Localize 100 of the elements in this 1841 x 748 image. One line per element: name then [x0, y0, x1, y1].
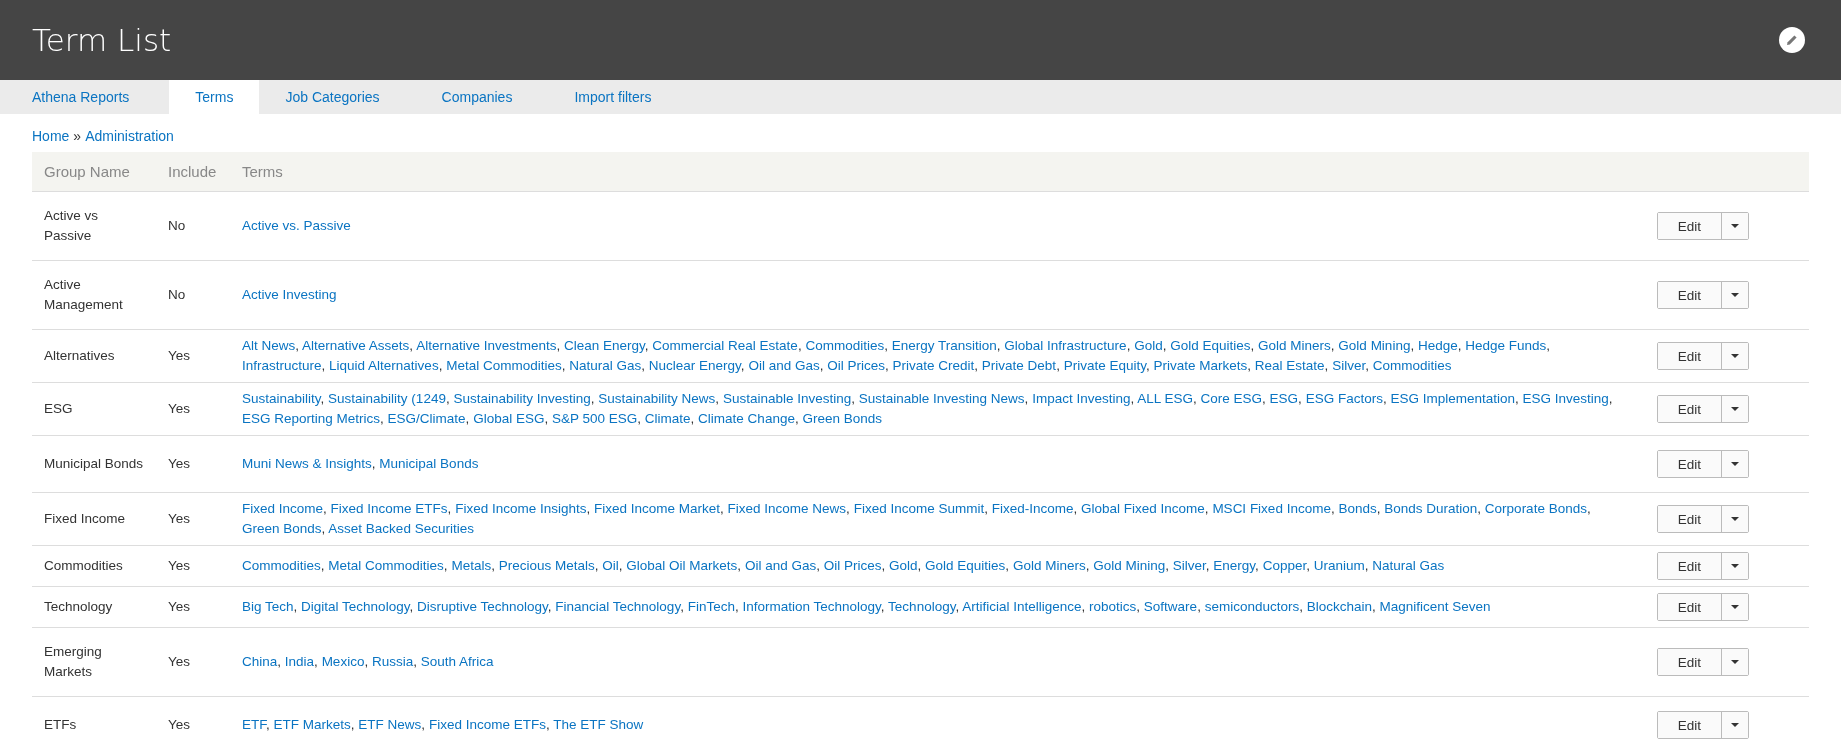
term-link[interactable]: ESG Investing — [1522, 391, 1609, 406]
term-link[interactable]: Bonds — [1338, 501, 1377, 516]
term-link[interactable]: Information Technology — [742, 599, 881, 614]
term-link[interactable]: Gold Equities — [1170, 338, 1251, 353]
edit-button[interactable]: Edit — [1658, 506, 1722, 532]
term-separator: , — [295, 338, 300, 353]
breadcrumb-link[interactable]: Home — [32, 128, 70, 144]
term-link[interactable]: Liquid Alternatives — [329, 358, 439, 373]
dropdown-button[interactable] — [1722, 451, 1748, 477]
term-link[interactable]: Core ESG — [1200, 391, 1263, 406]
term-link[interactable]: ESG Implementation — [1390, 391, 1515, 406]
term-link[interactable]: Sustainability (1249 — [328, 391, 446, 406]
edit-button[interactable]: Edit — [1658, 396, 1722, 422]
term-link[interactable]: Nuclear Energy — [648, 358, 741, 373]
term-link[interactable]: Blockchain — [1306, 599, 1373, 614]
term-link[interactable]: ALL ESG — [1137, 391, 1193, 406]
term-link[interactable]: Artificial Intelligence — [962, 599, 1082, 614]
term-link[interactable]: Commodities — [1372, 358, 1452, 373]
term-link[interactable]: Global Fixed Income — [1081, 501, 1205, 516]
nav-tab[interactable]: Terms — [169, 80, 260, 114]
term-link[interactable]: Green Bonds — [802, 411, 882, 426]
dropdown-button[interactable] — [1722, 649, 1748, 675]
nav-tab[interactable]: Job Categories — [259, 80, 406, 114]
term-link[interactable]: Disruptive Technology — [416, 599, 548, 614]
term-link[interactable]: Gold — [1134, 338, 1163, 353]
term-link[interactable]: Sustainability — [242, 391, 321, 406]
term-link[interactable]: Precious Metals — [498, 558, 595, 573]
term-link[interactable]: Municipal Bonds — [379, 456, 479, 471]
term-link[interactable]: Oil Prices — [827, 358, 885, 373]
term-link[interactable]: ETF Markets — [273, 717, 351, 732]
term-link[interactable]: Metal Commodities — [328, 558, 444, 573]
term-link[interactable]: Fixed Income — [242, 501, 324, 516]
breadcrumb-link[interactable]: Administration — [85, 128, 174, 144]
nav-tab[interactable]: Import filters — [548, 80, 678, 114]
term-link[interactable]: Real Estate — [1254, 358, 1325, 373]
term-link[interactable]: Metal Commodities — [446, 358, 562, 373]
edit-button[interactable]: Edit — [1658, 712, 1722, 738]
term-link[interactable]: Gold Miners — [1012, 558, 1086, 573]
term-link[interactable]: Uranium — [1313, 558, 1365, 573]
term-link[interactable]: Commodities — [242, 558, 321, 573]
term-link[interactable]: ESG — [1269, 391, 1299, 406]
nav-tab[interactable]: Companies — [415, 80, 539, 114]
dropdown-button[interactable] — [1722, 343, 1748, 369]
term-separator: , — [734, 599, 739, 614]
term-link[interactable]: Natural Gas — [1372, 558, 1445, 573]
term-link[interactable]: Magnificent Seven — [1379, 599, 1491, 614]
term-link[interactable]: MSCI Fixed Income — [1212, 501, 1331, 516]
edit-button[interactable]: Edit — [1658, 213, 1722, 239]
term-link[interactable]: Big Tech — [242, 599, 294, 614]
dropdown-button[interactable] — [1722, 506, 1748, 532]
term-link[interactable]: Energy Transition — [891, 338, 997, 353]
term-link[interactable]: Climate — [644, 411, 691, 426]
dropdown-button[interactable] — [1722, 553, 1748, 579]
term-link[interactable]: FinTech — [687, 599, 735, 614]
term-link[interactable]: Gold Miners — [1258, 338, 1331, 353]
term-link[interactable]: South Africa — [420, 654, 494, 669]
edit-button[interactable]: Edit — [1658, 594, 1722, 620]
dropdown-button[interactable] — [1722, 712, 1748, 738]
term-link[interactable]: Asset Backed Securities — [328, 521, 474, 536]
term-link[interactable]: ETF — [242, 717, 266, 732]
dropdown-button[interactable] — [1722, 282, 1748, 308]
term-link[interactable]: Silver — [1172, 558, 1206, 573]
term-link[interactable]: Global Infrastructure — [1004, 338, 1127, 353]
term-link[interactable]: Fixed Income ETFs — [428, 717, 546, 732]
term-link[interactable]: Gold — [889, 558, 918, 573]
term-link[interactable]: ESG Factors — [1305, 391, 1383, 406]
term-link[interactable]: Copper — [1262, 558, 1307, 573]
term-link[interactable]: Green Bonds — [242, 521, 322, 536]
term-link[interactable]: Oil and Gas — [748, 358, 820, 373]
term-link[interactable]: Commercial Real Estate — [652, 338, 798, 353]
term-link[interactable]: The ETF Show — [553, 717, 644, 732]
term-link[interactable]: Software — [1143, 599, 1198, 614]
dropdown-button[interactable] — [1722, 213, 1748, 239]
term-link[interactable]: Clean Energy — [564, 338, 645, 353]
term-separator: , — [1136, 599, 1141, 614]
term-separator: , — [590, 391, 595, 406]
term-link[interactable]: Corporate Bonds — [1484, 501, 1587, 516]
dropdown-button[interactable] — [1722, 396, 1748, 422]
term-link[interactable]: Climate Change — [698, 411, 795, 426]
term-link[interactable]: Sustainable Investing News — [858, 391, 1025, 406]
edit-button[interactable]: Edit — [1658, 649, 1722, 675]
term-link[interactable]: Hedge — [1417, 338, 1458, 353]
edit-button[interactable]: Edit — [1658, 553, 1722, 579]
term-link[interactable]: Silver — [1332, 358, 1366, 373]
edit-button[interactable]: Edit — [1658, 343, 1722, 369]
term-link[interactable]: Infrastructure — [242, 358, 322, 373]
term-link[interactable]: Sustainability Investing — [453, 391, 591, 406]
term-link[interactable]: Active vs. Passive — [242, 218, 351, 233]
term-link[interactable]: Muni News & Insights — [242, 456, 372, 471]
term-link[interactable]: Fixed-Income — [991, 501, 1074, 516]
term-link[interactable]: Active Investing — [242, 287, 337, 302]
term-link[interactable]: Oil — [602, 558, 619, 573]
edit-button[interactable] — [1779, 27, 1805, 53]
term-link[interactable]: Fixed Income ETFs — [330, 501, 448, 516]
term-link[interactable]: ESG/Climate — [387, 411, 466, 426]
dropdown-button[interactable] — [1722, 594, 1748, 620]
nav-tab[interactable]: Athena Reports — [0, 80, 160, 114]
edit-button[interactable]: Edit — [1658, 282, 1722, 308]
term-link[interactable]: Private Equity — [1063, 358, 1146, 373]
edit-button[interactable]: Edit — [1658, 451, 1722, 477]
